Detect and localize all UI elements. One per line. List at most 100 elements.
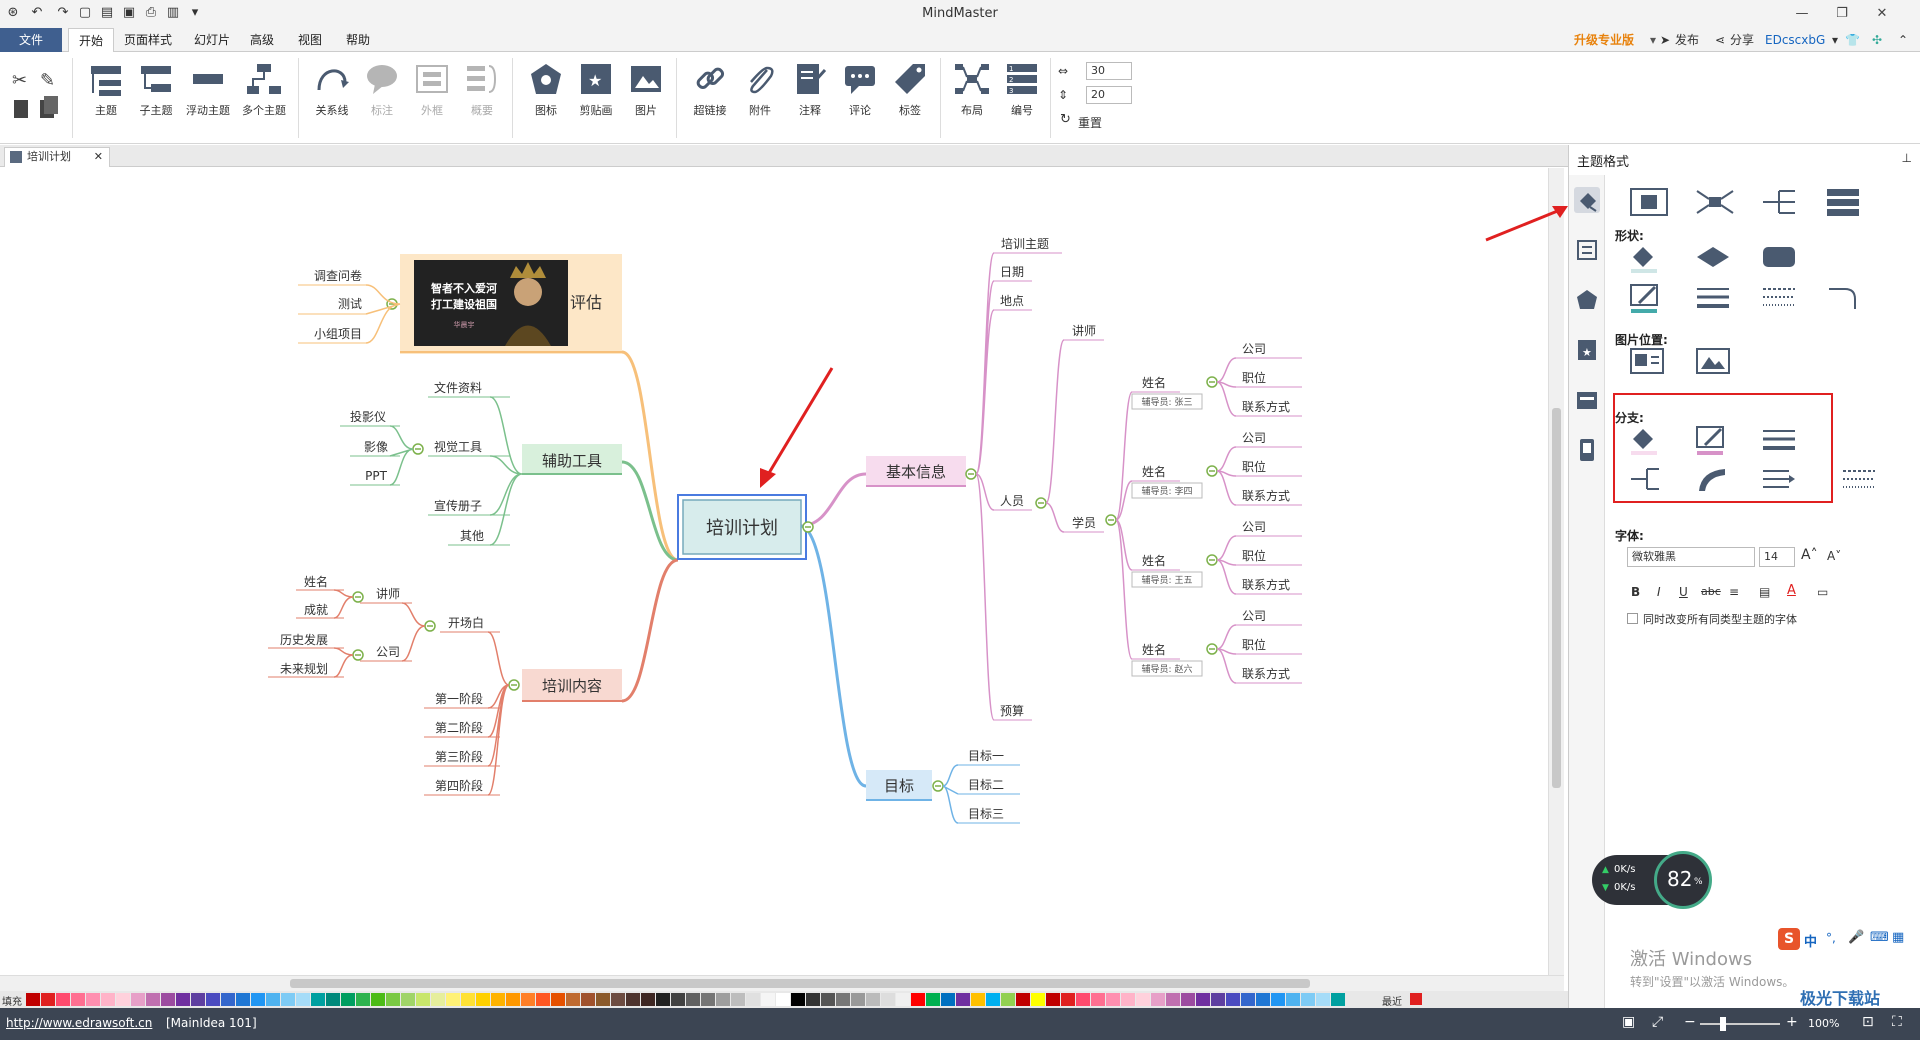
color-swatch[interactable]	[236, 993, 250, 1006]
menu-file[interactable]: 文件	[0, 28, 62, 52]
color-swatch[interactable]	[896, 993, 910, 1006]
branch-line-color-icon[interactable]	[1693, 423, 1737, 455]
color-swatch[interactable]	[701, 993, 715, 1006]
structure-layout-icon[interactable]	[1627, 185, 1671, 217]
color-swatch[interactable]	[1271, 993, 1285, 1006]
color-swatch[interactable]	[146, 993, 160, 1006]
tab-start[interactable]: 开始	[68, 28, 115, 52]
color-swatch[interactable]	[686, 993, 700, 1006]
multi-topic-button[interactable]: 多个主题	[238, 62, 290, 140]
color-swatch[interactable]	[416, 993, 430, 1006]
minimize-icon[interactable]: —	[1782, 2, 1822, 26]
opening-item[interactable]: 开场白	[448, 615, 484, 630]
color-swatch[interactable]	[401, 993, 415, 1006]
student-name[interactable]: 姓名	[1142, 642, 1166, 657]
color-swatch[interactable]	[641, 993, 655, 1006]
website-link[interactable]: http://www.edrawsoft.cn	[6, 1016, 152, 1030]
user-name[interactable]: EDcscxbG	[1765, 28, 1825, 52]
attachment-button[interactable]: 附件	[734, 62, 786, 140]
upgrade-dropdown-icon[interactable]: ▾	[1650, 28, 1656, 52]
company-sub-item[interactable]: 历史发展	[280, 632, 328, 647]
basic-item[interactable]: 地点	[1000, 294, 1024, 308]
student-name[interactable]: 姓名	[1142, 464, 1166, 479]
color-swatch[interactable]	[326, 993, 340, 1006]
eval-item[interactable]: 调查问卷	[314, 268, 362, 283]
color-swatch[interactable]	[1256, 993, 1270, 1006]
color-swatch[interactable]	[386, 993, 400, 1006]
recent-color-swatch[interactable]	[1410, 993, 1422, 1005]
visual-sub-item[interactable]: 投影仪	[350, 409, 386, 424]
color-swatch[interactable]	[596, 993, 610, 1006]
color-swatch[interactable]	[1121, 993, 1135, 1006]
color-swatch[interactable]	[1106, 993, 1120, 1006]
color-swatch[interactable]	[1151, 993, 1165, 1006]
highlight-icon[interactable]: ▤	[1759, 585, 1770, 599]
color-swatch[interactable]	[1241, 993, 1255, 1006]
color-swatch[interactable]	[791, 993, 805, 1006]
shape-style-icon[interactable]	[1693, 241, 1737, 273]
tab-slides[interactable]: 幻灯片	[184, 28, 240, 52]
comment-button[interactable]: 评论	[834, 62, 886, 140]
tools-item[interactable]: 其他	[460, 529, 484, 543]
font-size-select[interactable]: 14	[1759, 547, 1795, 567]
branch-style-icon[interactable]	[1627, 463, 1671, 495]
horizontal-spacing-input[interactable]: 30	[1086, 62, 1132, 80]
color-swatch[interactable]	[1076, 993, 1090, 1006]
tools-item[interactable]: 文件资料	[434, 380, 482, 395]
basic-item[interactable]: 预算	[1000, 703, 1024, 718]
color-swatch[interactable]	[536, 993, 550, 1006]
color-swatch[interactable]	[656, 993, 670, 1006]
tab-help[interactable]: 帮助	[336, 28, 380, 52]
border-dash-icon[interactable]	[1759, 281, 1803, 313]
contact-item[interactable]: 职位	[1242, 548, 1266, 563]
color-swatch[interactable]	[356, 993, 370, 1006]
color-swatch[interactable]	[1196, 993, 1210, 1006]
skin-icon[interactable]: ▦	[1892, 930, 1904, 945]
color-swatch[interactable]	[881, 993, 895, 1006]
shrink-font-icon[interactable]: A˅	[1827, 549, 1841, 563]
strikethrough-icon[interactable]: abc	[1701, 585, 1721, 598]
zoom-slider[interactable]	[1700, 1023, 1780, 1025]
color-swatch[interactable]	[716, 993, 730, 1006]
callout-button[interactable]: 标注	[356, 62, 408, 140]
upgrade-button[interactable]: 升级专业版	[1574, 28, 1634, 52]
tab-page-style[interactable]: 页面样式	[114, 28, 182, 52]
visual-sub-item[interactable]: 影像	[364, 440, 388, 454]
color-swatch[interactable]	[1316, 993, 1330, 1006]
stage-item[interactable]: 第一阶段	[435, 691, 483, 706]
summary-button[interactable]: 概要	[456, 62, 508, 140]
color-swatch[interactable]	[476, 993, 490, 1006]
fit-window-icon[interactable]: ⊡	[1862, 1014, 1874, 1030]
color-swatch[interactable]	[191, 993, 205, 1006]
border-color-icon[interactable]	[1627, 281, 1671, 313]
vertical-spacing-input[interactable]: 20	[1086, 86, 1132, 104]
color-swatch[interactable]	[1001, 993, 1015, 1006]
company-sub-item[interactable]: 未来规划	[280, 661, 328, 676]
contact-item[interactable]: 公司	[1242, 342, 1266, 356]
eval-item[interactable]: 小组项目	[314, 327, 362, 341]
color-swatch[interactable]	[446, 993, 460, 1006]
map-layout-icon[interactable]	[1693, 185, 1737, 217]
contact-item[interactable]: 公司	[1242, 609, 1266, 623]
zoom-out-icon[interactable]: −	[1684, 1014, 1696, 1030]
font-color-icon[interactable]: A	[1787, 583, 1796, 598]
contact-item[interactable]: 职位	[1242, 370, 1266, 385]
contact-item[interactable]: 公司	[1242, 520, 1266, 534]
color-swatch[interactable]	[206, 993, 220, 1006]
color-swatch[interactable]	[1061, 993, 1075, 1006]
color-swatch[interactable]	[1286, 993, 1300, 1006]
layout-button[interactable]: 布局	[946, 62, 998, 140]
contact-item[interactable]: 联系方式	[1242, 399, 1290, 414]
color-swatch[interactable]	[746, 993, 760, 1006]
reset-button[interactable]: 重置	[1078, 114, 1102, 131]
color-swatch[interactable]	[1091, 993, 1105, 1006]
color-swatch[interactable]	[1226, 993, 1240, 1006]
lecturer-sub-item[interactable]: 姓名	[304, 574, 328, 589]
branch-weight-icon[interactable]	[1759, 423, 1803, 455]
color-swatch[interactable]	[551, 993, 565, 1006]
opening-sub-item[interactable]: 公司	[376, 645, 400, 659]
color-swatch[interactable]	[281, 993, 295, 1006]
present-tab-icon[interactable]	[1574, 437, 1600, 463]
color-swatch[interactable]	[671, 993, 685, 1006]
color-swatch[interactable]	[116, 993, 130, 1006]
